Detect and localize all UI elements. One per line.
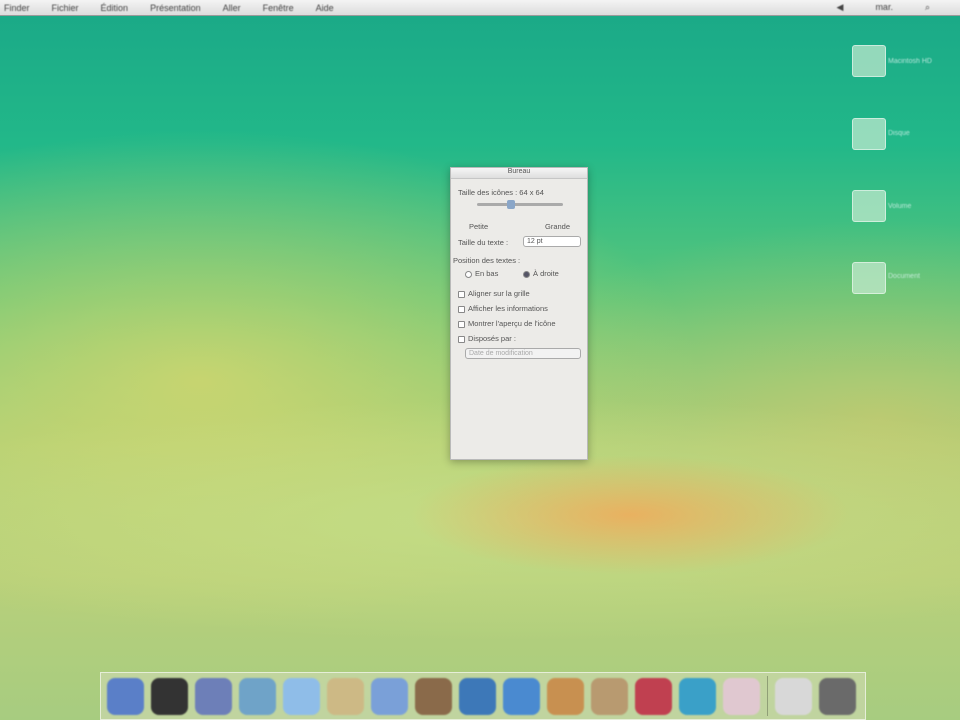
radio-right[interactable]: À droite — [523, 269, 559, 278]
arrange-by-value: Date de modification — [469, 350, 533, 357]
checkbox-label: Disposés par : — [468, 334, 516, 343]
menu-presentation[interactable]: Présentation — [150, 3, 201, 13]
desktop-icon-document[interactable] — [852, 262, 886, 294]
label-position-label: Position des textes : — [453, 256, 521, 265]
desktop-icon-hd[interactable] — [852, 45, 886, 77]
desktop-icon-volume[interactable] — [852, 190, 886, 222]
radio-bottom-label: En bas — [475, 269, 499, 278]
dock-icon-quicktime-player[interactable] — [679, 677, 716, 715]
checkbox-label: Aligner sur la grille — [468, 289, 530, 298]
menu-fichier[interactable]: Fichier — [52, 3, 79, 13]
checkbox-arrange[interactable]: Disposés par : — [458, 334, 516, 343]
dock-icon-iphoto[interactable] — [415, 677, 452, 715]
radio-right-label: À droite — [533, 269, 559, 278]
dock-icon-aper-u[interactable] — [591, 677, 628, 715]
small-label: Petite — [469, 222, 489, 231]
dock-icon-idvd[interactable] — [503, 677, 540, 715]
icon-size-label: Taille des icônes : 64 x 64 — [458, 188, 544, 197]
menu-aller[interactable]: Aller — [223, 3, 241, 13]
dock-icon-mail[interactable] — [195, 677, 232, 715]
text-size-select[interactable]: 12 pt — [523, 236, 581, 247]
dock-icon-finder[interactable] — [107, 677, 144, 715]
desktop-label: Document — [888, 273, 920, 280]
radio-bottom[interactable]: En bas — [465, 269, 498, 278]
dock-icon-safari[interactable] — [239, 677, 276, 715]
checkbox-label: Afficher les informations — [468, 304, 548, 313]
menu-bar: Finder Fichier Édition Présentation Alle… — [0, 0, 960, 16]
icon-size-slider[interactable] — [477, 203, 563, 206]
icon-size-slider-knob[interactable] — [507, 200, 515, 209]
dock-icon-pr-f-rences-syst-me[interactable] — [775, 677, 812, 715]
panel-title: Bureau — [451, 168, 587, 179]
desktop-label: Volume — [888, 203, 912, 210]
checkbox-info[interactable]: Afficher les informations — [458, 304, 548, 313]
menu-finder[interactable]: Finder — [4, 3, 30, 13]
checkbox-preview[interactable]: Montrer l'aperçu de l'icône — [458, 319, 556, 328]
dock-icon-photo-booth[interactable] — [723, 677, 760, 715]
dock-icon-dashboard[interactable] — [151, 677, 188, 715]
text-size-value: 12 pt — [527, 238, 543, 245]
menu-aide[interactable]: Aide — [316, 3, 334, 13]
desktop-label: Disque — [888, 130, 910, 137]
dock-icon-imovie[interactable] — [459, 677, 496, 715]
view-options-panel: Bureau Taille des icônes : 64 x 64 Petit… — [450, 167, 588, 460]
dock-icon-carnet-d-adresses[interactable] — [327, 677, 364, 715]
spotlight-icon[interactable]: ⌕ — [925, 2, 930, 13]
desktop-label: Macintosh HD — [888, 58, 932, 65]
clock[interactable]: mar. — [875, 2, 893, 13]
dock-icon-ical[interactable] — [635, 677, 672, 715]
dock-icon-corbeille[interactable] — [819, 677, 856, 715]
text-size-label: Taille du texte : — [458, 238, 509, 247]
dock — [100, 672, 866, 720]
dock-icon-itunes[interactable] — [371, 677, 408, 715]
dock-separator — [767, 676, 768, 716]
checkbox-grid[interactable]: Aligner sur la grille — [458, 289, 530, 298]
volume-icon[interactable]: ◀ — [837, 2, 844, 13]
dock-icon-garageband[interactable] — [547, 677, 584, 715]
dock-icon-ichat[interactable] — [283, 677, 320, 715]
menu-fenetre[interactable]: Fenêtre — [263, 3, 294, 13]
checkbox-label: Montrer l'aperçu de l'icône — [468, 319, 556, 328]
desktop-icon-disk[interactable] — [852, 118, 886, 150]
menu-edition[interactable]: Édition — [101, 3, 129, 13]
arrange-by-select[interactable]: Date de modification — [465, 348, 581, 359]
large-label: Grande — [545, 222, 571, 231]
